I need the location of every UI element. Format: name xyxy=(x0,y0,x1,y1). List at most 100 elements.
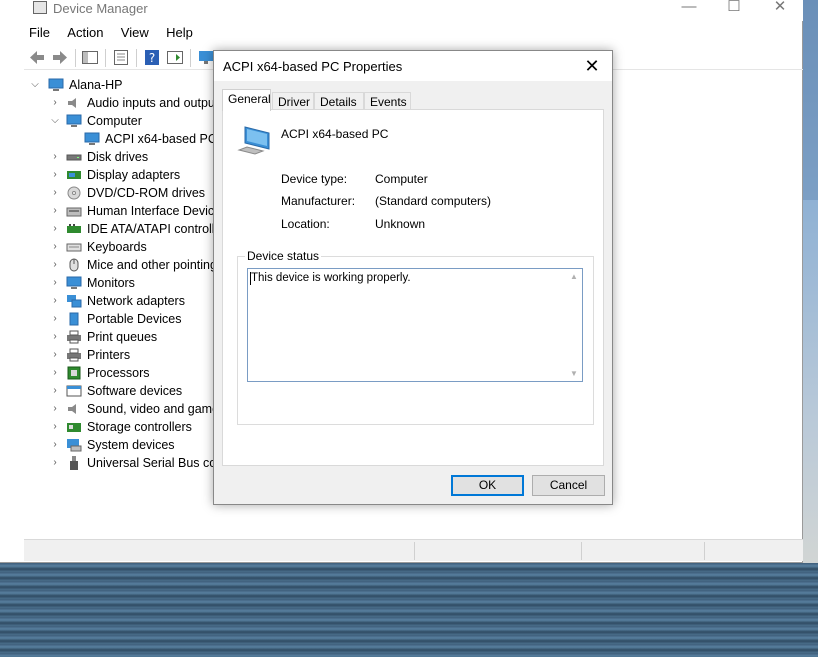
menu-help[interactable]: Help xyxy=(161,23,198,42)
chevron-right-icon[interactable]: › xyxy=(50,166,60,184)
chevron-right-icon[interactable]: › xyxy=(50,94,60,112)
chevron-right-icon[interactable]: › xyxy=(50,256,60,274)
disk-icon xyxy=(66,154,82,161)
minimize-button[interactable]: — xyxy=(666,0,712,18)
menu-file[interactable]: File xyxy=(24,23,55,42)
tree-item[interactable]: › Audio inputs and outputs xyxy=(24,94,214,112)
tab-general[interactable]: General xyxy=(222,89,271,111)
device-type-value: Computer xyxy=(375,172,428,186)
forward-arrow-icon[interactable] xyxy=(51,49,69,66)
tree-item[interactable]: › Monitors xyxy=(24,274,214,292)
location-value: Unknown xyxy=(375,217,426,231)
hid-icon xyxy=(66,207,82,217)
tree-item-label: IDE ATA/ATAPI controllers xyxy=(87,222,214,236)
chevron-down-icon[interactable]: ⌵ xyxy=(30,76,40,94)
tree-item[interactable]: › IDE ATA/ATAPI controllers xyxy=(24,220,214,238)
chevron-right-icon[interactable]: › xyxy=(50,184,60,202)
chevron-right-icon[interactable]: › xyxy=(50,400,60,418)
tree-item[interactable]: › Print queues xyxy=(24,328,214,346)
chevron-right-icon[interactable]: › xyxy=(50,346,60,364)
device-status-textbox[interactable]: This device is working properly. ▲ ▼ xyxy=(247,268,583,382)
tree-item[interactable]: › Keyboards xyxy=(24,238,214,256)
tree-item[interactable]: › Printers xyxy=(24,346,214,364)
chevron-right-icon[interactable]: › xyxy=(50,148,60,166)
back-arrow-icon[interactable] xyxy=(28,49,46,66)
tree-item[interactable]: › DVD/CD-ROM drives xyxy=(24,184,214,202)
ide-icon xyxy=(67,224,81,233)
chevron-right-icon[interactable]: › xyxy=(50,436,60,454)
menu-action[interactable]: Action xyxy=(62,23,108,42)
scroll-down-icon[interactable]: ▼ xyxy=(569,369,579,378)
tree-item[interactable]: › Universal Serial Bus controllers xyxy=(24,454,214,472)
chevron-right-icon[interactable]: › xyxy=(50,202,60,220)
close-button[interactable]: ✕ xyxy=(757,0,803,18)
chevron-right-icon[interactable]: › xyxy=(50,310,60,328)
background-water xyxy=(0,563,818,657)
chevron-right-icon[interactable]: › xyxy=(50,328,60,346)
chevron-right-icon[interactable]: › xyxy=(50,364,60,382)
tree-item[interactable]: › Disk drives xyxy=(24,148,214,166)
title-bar[interactable]: Device Manager — ☐ ✕ xyxy=(0,0,803,21)
tree-item[interactable]: › Processors xyxy=(24,364,214,382)
tree-item[interactable]: › Network adapters xyxy=(24,292,214,310)
chevron-right-icon[interactable]: › xyxy=(50,238,60,256)
dialog-title-bar[interactable]: ACPI x64-based PC Properties ✕ xyxy=(214,51,612,81)
tree-item[interactable]: › Storage controllers xyxy=(24,418,214,436)
display-adapter-icon xyxy=(67,171,81,179)
chevron-down-icon[interactable]: ⌵ xyxy=(50,112,60,130)
tree-item-label: Monitors xyxy=(87,276,135,290)
toolbar-separator xyxy=(190,49,191,67)
status-bar xyxy=(24,539,803,561)
tree-item[interactable]: › Software devices xyxy=(24,382,214,400)
show-hide-console-tree-icon[interactable] xyxy=(81,49,99,66)
chevron-right-icon[interactable]: › xyxy=(50,454,60,472)
printer-icon xyxy=(67,348,81,362)
chevron-right-icon[interactable]: › xyxy=(50,418,60,436)
tree-item-label: Disk drives xyxy=(87,150,149,164)
toolbar-separator xyxy=(75,49,76,67)
chevron-right-icon[interactable]: › xyxy=(50,292,60,310)
toolbar-separator xyxy=(136,49,137,67)
tree-root-label: Alana-HP xyxy=(69,78,123,92)
help-icon[interactable]: ? xyxy=(143,49,161,66)
tree-item-child[interactable]: ACPI x64-based PC xyxy=(24,130,214,148)
scroll-up-icon[interactable]: ▲ xyxy=(569,272,579,281)
tree-root[interactable]: ⌵ Alana-HP xyxy=(24,76,214,94)
speaker-icon xyxy=(68,98,76,108)
status-separator xyxy=(581,542,582,560)
tree-item[interactable]: › System devices xyxy=(24,436,214,454)
chevron-right-icon[interactable]: › xyxy=(50,382,60,400)
tree-item[interactable]: › Mice and other pointing devices xyxy=(24,256,214,274)
properties-icon[interactable] xyxy=(112,49,130,66)
tree-item-label: Sound, video and game controllers xyxy=(87,402,214,416)
location-label: Location: xyxy=(281,217,330,231)
tab-driver[interactable]: Driver xyxy=(272,92,314,110)
general-tab-panel: ACPI x64-based PC Device type: Computer … xyxy=(222,109,604,466)
menu-view[interactable]: View xyxy=(116,23,154,42)
tree-item-label: Mice and other pointing devices xyxy=(87,258,214,272)
cancel-button[interactable]: Cancel xyxy=(532,475,605,496)
tree-item-label: DVD/CD-ROM drives xyxy=(87,186,206,200)
manufacturer-value: (Standard computers) xyxy=(375,194,492,208)
maximize-button[interactable]: ☐ xyxy=(711,0,757,18)
device-status-group: Device status This device is working pro… xyxy=(237,249,594,425)
ok-button[interactable]: OK xyxy=(451,475,524,496)
action-pane-icon[interactable] xyxy=(166,49,184,66)
tree-item[interactable]: › Display adapters xyxy=(24,166,214,184)
tree-item[interactable]: › Sound, video and game controllers xyxy=(24,400,214,418)
chevron-right-icon[interactable]: › xyxy=(50,220,60,238)
tree-item-label: Keyboards xyxy=(87,240,147,254)
dialog-close-button[interactable]: ✕ xyxy=(577,54,607,78)
tree-item-label: Software devices xyxy=(87,384,183,398)
chevron-right-icon[interactable]: › xyxy=(50,274,60,292)
computer-icon xyxy=(48,78,64,91)
tree-item[interactable]: ⌵ Computer xyxy=(24,112,214,130)
device-manager-app-icon xyxy=(33,1,47,14)
monitor-icon xyxy=(66,276,82,289)
dvd-icon xyxy=(67,186,81,200)
tree-item[interactable]: › Portable Devices xyxy=(24,310,214,328)
tree-item-label: Human Interface Devices xyxy=(87,204,214,218)
tree-item[interactable]: › Human Interface Devices xyxy=(24,202,214,220)
tab-details[interactable]: Details xyxy=(314,92,364,110)
tab-events[interactable]: Events xyxy=(364,92,411,110)
